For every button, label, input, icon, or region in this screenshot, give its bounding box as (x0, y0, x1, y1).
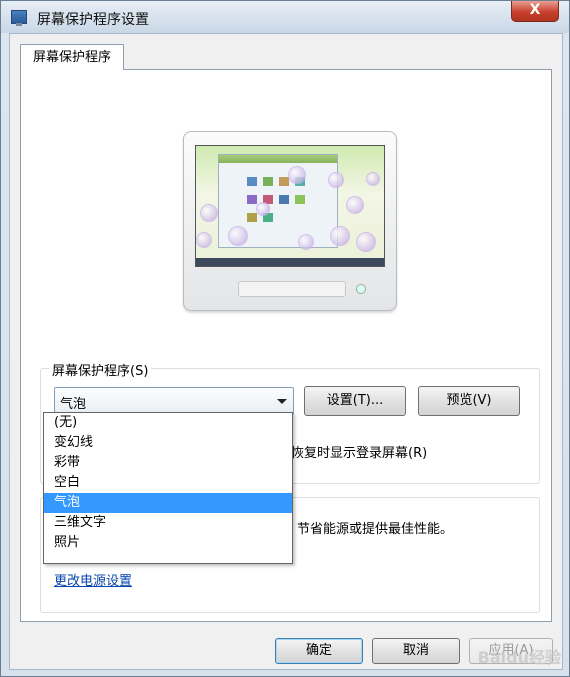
list-item-selected[interactable]: 气泡 (44, 493, 292, 513)
monitor-icon (11, 10, 27, 26)
settings-button[interactable]: 设置(T)... (304, 386, 406, 416)
list-item[interactable]: 照片 (44, 533, 292, 553)
client-area: 屏幕保护程序 屏幕保护程序(S) 气泡 设置(T)... 预览(V) 恢复时显示… (9, 33, 563, 670)
window-title: 屏幕保护程序设置 (37, 12, 149, 28)
close-button[interactable]: X (511, 1, 559, 22)
monitor-bezel-slot (238, 281, 346, 297)
screensaver-dropdown-list: (无) 变幻线 彩带 空白 气泡 三维文字 照片 (43, 412, 293, 564)
list-item[interactable]: 三维文字 (44, 513, 292, 533)
monitor-preview (183, 131, 397, 311)
title-bar: 屏幕保护程序设置 X (1, 1, 569, 33)
power-description: 节省能源或提供最佳性能。 (297, 522, 454, 537)
cancel-button[interactable]: 取消 (372, 638, 460, 664)
list-item[interactable]: 彩带 (44, 453, 292, 473)
chevron-down-icon (277, 399, 287, 404)
ok-button[interactable]: 确定 (275, 638, 363, 664)
dialog-window: 屏幕保护程序设置 X 屏幕保护程序 屏幕保护程序(S) 气泡 设置(T)... … (0, 0, 570, 677)
screensaver-combo[interactable]: 气泡 (54, 387, 294, 415)
screensaver-group-title: 屏幕保护程序(S) (49, 360, 152, 379)
list-item[interactable]: 空白 (44, 473, 292, 493)
combo-value: 气泡 (60, 397, 87, 412)
preview-button[interactable]: 预览(V) (418, 386, 520, 416)
power-led-icon (356, 284, 366, 294)
tab-screensaver[interactable]: 屏幕保护程序 (20, 44, 124, 70)
preview-screen (195, 145, 385, 267)
change-power-settings-link[interactable]: 更改电源设置 (54, 570, 132, 589)
resume-checkbox-label[interactable]: 恢复时显示登录屏幕(R) (291, 442, 427, 461)
baidu-watermark-icon: Baidu经验 (477, 648, 561, 667)
list-item[interactable]: (无) (44, 413, 292, 433)
list-item[interactable]: 变幻线 (44, 433, 292, 453)
preview-taskbar (196, 258, 384, 266)
